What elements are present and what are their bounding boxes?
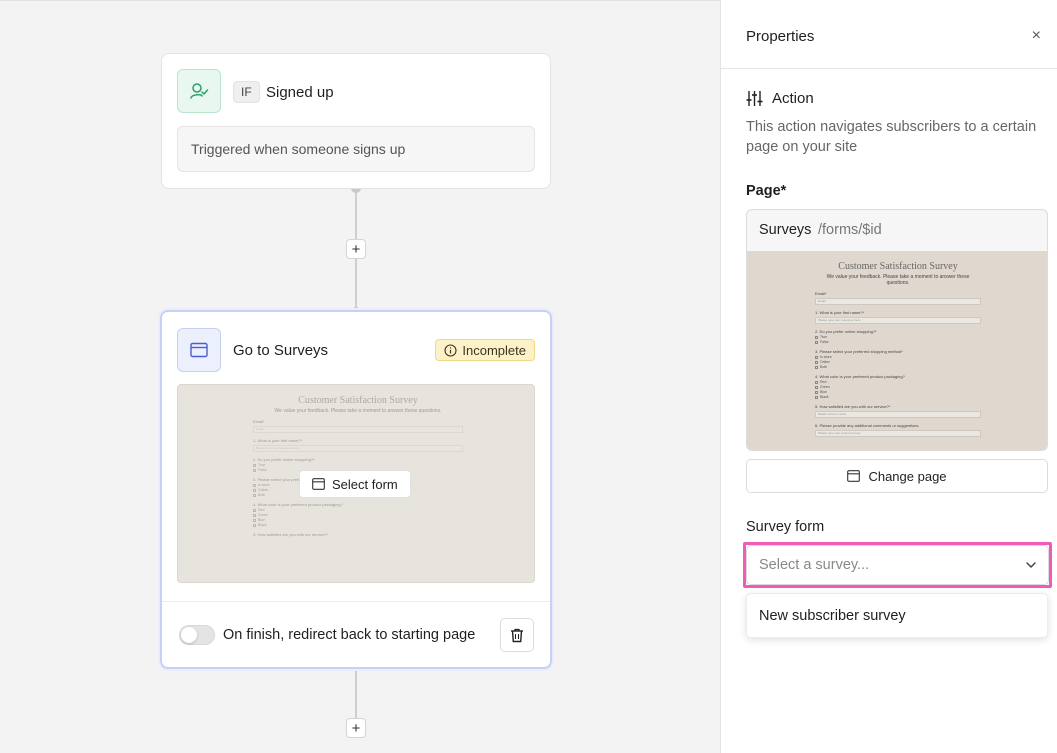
preview-option: Red bbox=[253, 508, 463, 512]
preview-option: Blue bbox=[253, 518, 463, 522]
add-step-button[interactable]: + bbox=[346, 239, 366, 259]
add-step-button[interactable]: + bbox=[346, 718, 366, 738]
form-preview-thumbnail: Customer Satisfaction Survey We value yo… bbox=[253, 395, 463, 537]
browser-window-icon bbox=[312, 478, 325, 490]
survey-dropdown-menu: New subscriber survey bbox=[746, 593, 1048, 638]
selected-page-box: Surveys /forms/$id Customer Satisfaction… bbox=[746, 209, 1048, 451]
preview-label: 5. How satisfied are you with our servic… bbox=[815, 404, 891, 409]
sliders-icon bbox=[746, 91, 763, 106]
page-label: Page* bbox=[746, 183, 787, 199]
preview-label: 4. What color is your preferred product … bbox=[253, 502, 343, 507]
browser-window-icon bbox=[847, 470, 861, 482]
delete-step-button[interactable] bbox=[500, 618, 534, 652]
preview-form-title: Customer Satisfaction Survey bbox=[298, 395, 418, 406]
preview-input: Please type your response here bbox=[253, 445, 463, 452]
action-section-title: Action bbox=[772, 90, 814, 107]
form-preview-thumbnail: Customer Satisfaction Survey We value yo… bbox=[815, 261, 981, 437]
preview-option: Red bbox=[815, 380, 981, 384]
preview-label: 2. Do you prefer online shopping?* bbox=[815, 329, 877, 334]
preview-label: Email* bbox=[815, 291, 827, 296]
preview-option: Online bbox=[815, 360, 981, 364]
info-icon bbox=[444, 343, 457, 357]
preview-form-subtitle: We value your feedback. Please take a mo… bbox=[274, 408, 442, 414]
preview-label: 1. What is your first name?* bbox=[253, 438, 303, 443]
trigger-title: Signed up bbox=[266, 84, 334, 101]
preview-input: Email bbox=[253, 426, 463, 433]
action-description: This action navigates subscribers to a c… bbox=[746, 119, 1037, 155]
page-preview-thumbnail: Customer Satisfaction Survey We value yo… bbox=[747, 251, 1047, 450]
dropdown-option-new-subscriber-survey[interactable]: New subscriber survey bbox=[759, 608, 906, 624]
trigger-card[interactable]: IF Signed up Triggered when someone sign… bbox=[161, 53, 551, 189]
preview-label: 6. Please provide any additional comment… bbox=[815, 423, 920, 428]
preview-option: Black bbox=[253, 523, 463, 527]
trash-icon bbox=[511, 628, 523, 642]
user-check-icon bbox=[177, 69, 221, 113]
browser-window-icon bbox=[177, 328, 221, 372]
preview-label: 5. How satisfied are you with our servic… bbox=[253, 532, 329, 537]
page-path: /forms/$id bbox=[818, 222, 882, 238]
preview-label: 3. Please select your preferred shopping… bbox=[815, 349, 903, 354]
preview-option: Both bbox=[815, 365, 981, 369]
action-card-footer: On finish, redirect back to starting pag… bbox=[162, 601, 550, 669]
survey-select[interactable]: Select a survey... bbox=[746, 545, 1049, 585]
preview-option: True bbox=[815, 335, 981, 339]
panel-header: Properties × bbox=[721, 0, 1057, 69]
preview-label: 2. Do you prefer online shopping?* bbox=[253, 457, 315, 462]
panel-title: Properties bbox=[746, 28, 815, 45]
close-icon[interactable]: × bbox=[1032, 27, 1041, 45]
survey-select-placeholder: Select a survey... bbox=[759, 557, 870, 573]
page-name: Surveys bbox=[759, 222, 812, 238]
preview-form-subtitle: We value your feedback. Please take a mo… bbox=[826, 274, 970, 286]
preview-option: Green bbox=[253, 513, 463, 517]
preview-input: Please type your response here bbox=[815, 430, 981, 437]
select-form-button[interactable]: Select form bbox=[299, 470, 411, 498]
action-section-header: Action bbox=[746, 90, 814, 107]
preview-option: Blue bbox=[815, 390, 981, 394]
workflow-canvas: + + IF Signed up Triggered when someone … bbox=[0, 0, 720, 753]
preview-label: 1. What is your first name?* bbox=[815, 310, 865, 315]
trigger-description: Triggered when someone signs up bbox=[177, 126, 535, 172]
redirect-toggle-label: On finish, redirect back to starting pag… bbox=[223, 627, 476, 643]
redirect-toggle[interactable] bbox=[179, 625, 215, 645]
select-form-label: Select form bbox=[332, 476, 398, 492]
status-badge: Incomplete bbox=[435, 339, 535, 361]
preview-input: Email bbox=[815, 298, 981, 305]
preview-option: False bbox=[815, 340, 981, 344]
preview-option: Black bbox=[815, 395, 981, 399]
chevron-down-icon bbox=[1026, 562, 1036, 568]
if-badge: IF bbox=[233, 81, 260, 103]
page-preview: Customer Satisfaction Survey We value yo… bbox=[177, 384, 535, 583]
preview-option: True bbox=[253, 463, 463, 467]
toggle-knob bbox=[181, 627, 197, 643]
preview-form-title: Customer Satisfaction Survey bbox=[838, 261, 958, 272]
preview-input: Please select a value bbox=[815, 411, 981, 418]
survey-form-label: Survey form bbox=[746, 519, 825, 535]
status-badge-label: Incomplete bbox=[462, 342, 526, 358]
preview-option: In store bbox=[815, 355, 981, 359]
preview-input: Please type your response here bbox=[815, 317, 981, 324]
preview-option: Green bbox=[815, 385, 981, 389]
change-page-button[interactable]: Change page bbox=[746, 459, 1048, 493]
preview-label: 4. What color is your preferred product … bbox=[815, 374, 905, 379]
preview-label: Email* bbox=[253, 419, 265, 424]
properties-panel: Properties × Action This action navigate… bbox=[720, 0, 1057, 753]
action-title: Go to Surveys bbox=[233, 342, 329, 359]
change-page-label: Change page bbox=[868, 468, 947, 484]
action-card[interactable]: Go to Surveys Incomplete Customer Satisf… bbox=[160, 310, 552, 669]
